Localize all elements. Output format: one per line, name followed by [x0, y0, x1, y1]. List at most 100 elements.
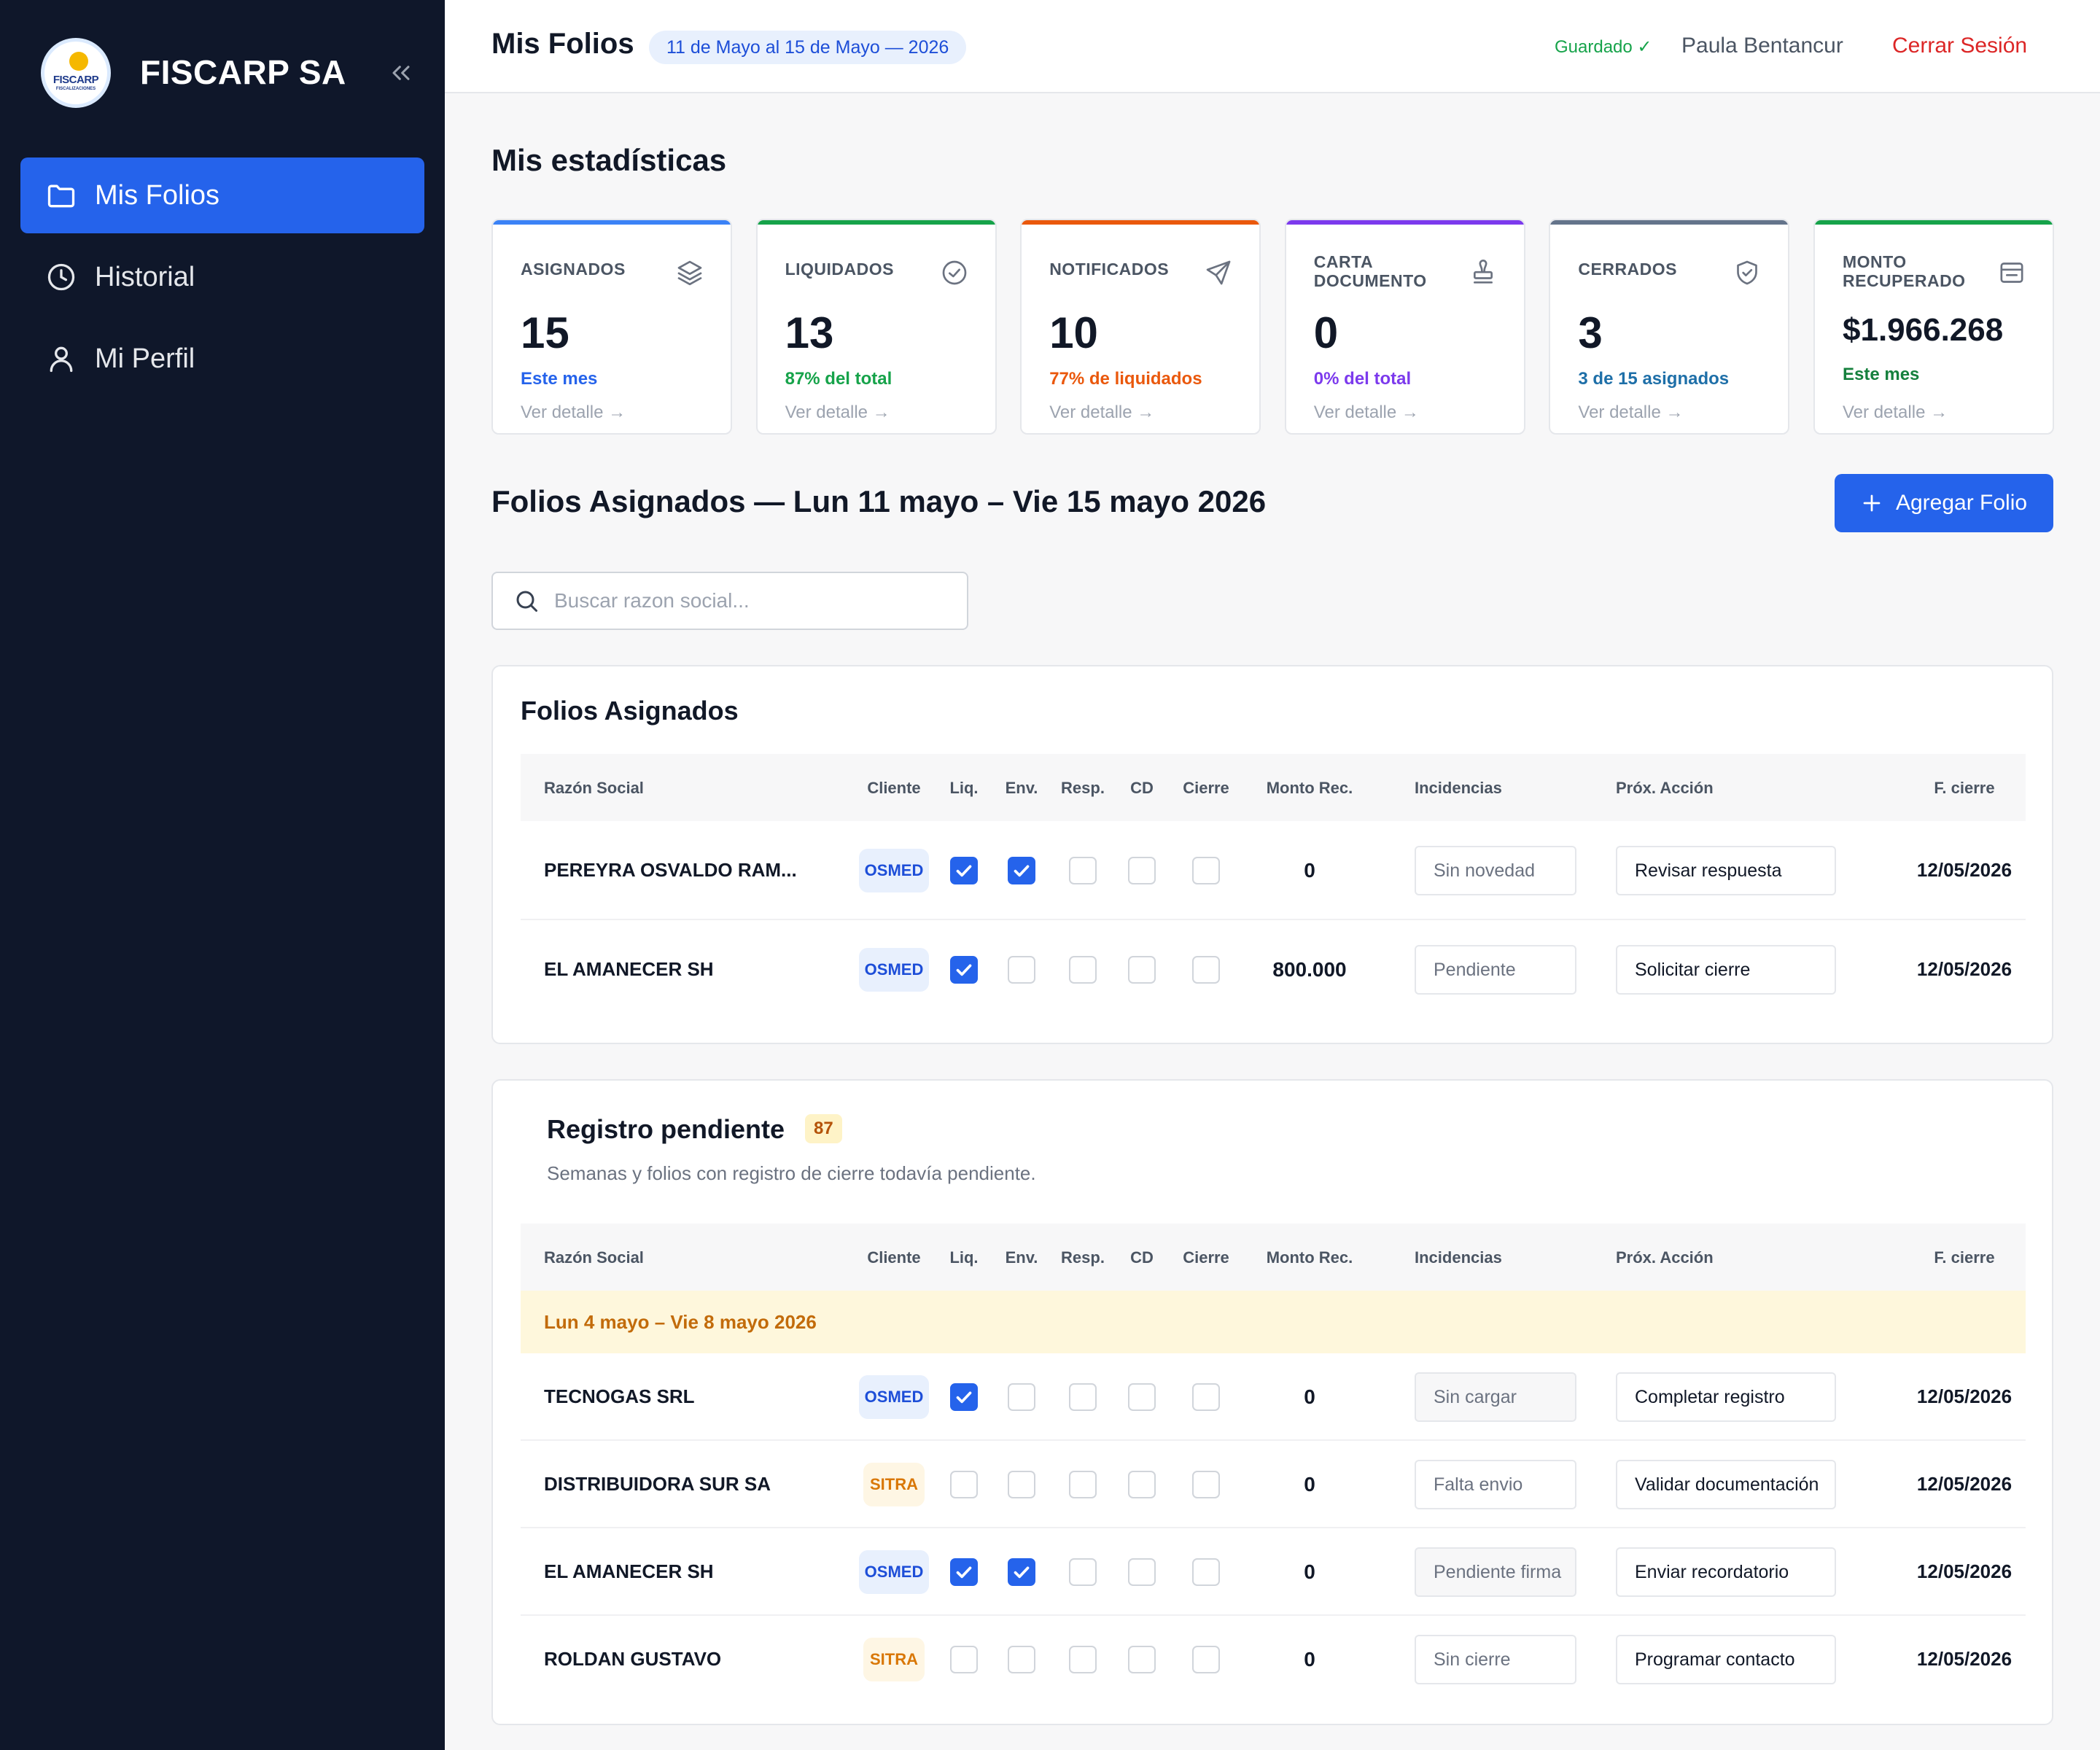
brand[interactable]: FISCARP FISCALIZACIONES FISCARP SA [41, 38, 420, 108]
stat-value: 15 [521, 308, 569, 357]
stat-detail-link[interactable]: Ver detalle → [1049, 402, 1154, 423]
resp-checkbox[interactable] [1069, 1383, 1097, 1411]
cierre-checkbox[interactable] [1192, 857, 1220, 884]
resp-checkbox[interactable] [1069, 1646, 1097, 1673]
pending-table-header: Razón Social Cliente Liq. Env. Resp. CD Cierre… [521, 1224, 2026, 1291]
cd-checkbox[interactable] [1128, 1558, 1156, 1586]
cierre-checkbox[interactable] [1192, 1383, 1220, 1411]
logo-text: FISCARP [52, 74, 99, 86]
liq-checkbox[interactable] [950, 1383, 978, 1411]
checkmark-icon [1014, 1566, 1030, 1579]
cd-checkbox[interactable] [1128, 956, 1156, 984]
resp-checkbox[interactable] [1069, 1471, 1097, 1498]
cd-checkbox[interactable] [1128, 1471, 1156, 1498]
stat-card-monto-recuperado[interactable]: MONTO RECUPERADO $1.966.268 Este mes Ver de… [1813, 219, 2054, 435]
env-checkbox[interactable] [1008, 857, 1035, 884]
liq-checkbox[interactable] [950, 857, 978, 884]
client-badge: SITRA [863, 1463, 925, 1506]
table-row[interactable]: EL AMANECER SH OSMED 800.000 Pendiente Solic… [521, 920, 2026, 1019]
stat-card-cerrados[interactable]: CERRADOS 3 3 de 15 asignados Ver detalle → [1549, 219, 1790, 435]
cd-checkbox[interactable] [1128, 1383, 1156, 1411]
resp-checkbox[interactable] [1069, 857, 1097, 884]
stat-detail-link[interactable]: Ver detalle → [1843, 402, 1948, 423]
chevrons-left-icon[interactable] [386, 58, 416, 88]
week-label: Lun 4 mayo – Vie 8 mayo 2026 [544, 1311, 817, 1333]
cd-checkbox[interactable] [1128, 1646, 1156, 1673]
cierre-checkbox[interactable] [1192, 1471, 1220, 1498]
sidebar-item-mi-perfil[interactable]: Mi Perfil [20, 321, 424, 397]
table-row[interactable]: ROLDAN GUSTAVO SITRA 0 Sin cierre Programar … [521, 1616, 2026, 1703]
checkmark-icon [1014, 865, 1030, 877]
razon-social: EL AMANECER SH [544, 1560, 714, 1582]
logout-button[interactable]: Cerrar Sesión [1892, 34, 2027, 58]
stat-subtext: 77% de liquidados [1049, 369, 1202, 389]
column-header: Próx. Acción [1616, 779, 1714, 797]
incidencias-field[interactable]: Pendiente firma [1415, 1547, 1576, 1597]
table-row[interactable]: DISTRIBUIDORA SUR SA SITRA 0 Falta envio Val… [521, 1441, 2026, 1528]
razon-social: TECNOGAS SRL [544, 1385, 695, 1407]
incidencias-field[interactable]: Sin novedad [1415, 846, 1576, 895]
assigned-table-header: Razón Social Cliente Liq. Env. Resp. CD Cierre… [521, 754, 2026, 821]
pending-count-badge: 87 [805, 1114, 842, 1143]
liq-checkbox[interactable] [950, 1558, 978, 1586]
stat-detail-link[interactable]: Ver detalle → [1578, 402, 1683, 423]
table-row[interactable]: TECNOGAS SRL OSMED 0 Sin cargar Completar re… [521, 1353, 2026, 1441]
cd-checkbox[interactable] [1128, 857, 1156, 884]
resp-checkbox[interactable] [1069, 1558, 1097, 1586]
stat-detail-link[interactable]: Ver detalle → [785, 402, 890, 423]
stat-detail-link[interactable]: Ver detalle → [1314, 402, 1419, 423]
proxima-accion-field[interactable]: Solicitar cierre [1616, 945, 1836, 995]
sidebar-item-mis-folios[interactable]: Mis Folios [20, 158, 424, 233]
stat-value: 3 [1578, 308, 1603, 357]
monto-recuperado: 0 [1304, 1385, 1315, 1408]
column-header: Razón Social [544, 1248, 644, 1267]
stat-detail-link[interactable]: Ver detalle → [521, 402, 626, 423]
env-checkbox[interactable] [1008, 1646, 1035, 1673]
liq-checkbox[interactable] [950, 956, 978, 984]
add-folio-button[interactable]: Agregar Folio [1835, 474, 2053, 532]
table-row[interactable]: EL AMANECER SH OSMED 0 Pendiente firma Envia… [521, 1528, 2026, 1616]
resp-checkbox[interactable] [1069, 956, 1097, 984]
search-icon [516, 591, 537, 612]
table-row[interactable]: PEREYRA OSVALDO RAM... OSMED 0 Sin novedad R… [521, 821, 2026, 920]
shield-check-icon [1737, 260, 1758, 285]
stat-card-liquidados[interactable]: LIQUIDADOS 13 87% del total Ver detalle → [755, 219, 997, 435]
stat-subtext: 3 de 15 asignados [1578, 369, 1730, 389]
stat-value: $1.966.268 [1843, 312, 2004, 348]
monto-recuperado: 0 [1304, 859, 1315, 882]
proxima-accion-field[interactable]: Enviar recordatorio [1616, 1547, 1836, 1597]
column-header: Monto Rec. [1266, 1248, 1353, 1267]
sidebar-item-historial[interactable]: Historial [20, 239, 424, 315]
proxima-accion-field[interactable]: Completar registro [1616, 1372, 1836, 1422]
cierre-checkbox[interactable] [1192, 1558, 1220, 1586]
top-header: Mis Folios 11 de Mayo al 15 de Mayo — 20… [445, 0, 2100, 93]
incidencias-field[interactable]: Sin cierre [1415, 1635, 1576, 1684]
incidencias-field[interactable]: Sin cargar [1415, 1372, 1576, 1422]
env-checkbox[interactable] [1008, 956, 1035, 984]
cierre-checkbox[interactable] [1192, 956, 1220, 984]
checkmark-icon [956, 1566, 972, 1579]
razon-social: EL AMANECER SH [544, 958, 714, 980]
search-input[interactable] [554, 589, 962, 612]
stat-value: 10 [1049, 308, 1098, 357]
razon-social: ROLDAN GUSTAVO [544, 1648, 722, 1670]
search-box[interactable] [491, 572, 968, 630]
env-checkbox[interactable] [1008, 1383, 1035, 1411]
cierre-checkbox[interactable] [1192, 1646, 1220, 1673]
stat-card-asignados[interactable]: ASIGNADOS 15 Este mes Ver detalle → [491, 219, 732, 435]
liq-checkbox[interactable] [950, 1646, 978, 1673]
proxima-accion-field[interactable]: Programar contacto [1616, 1635, 1836, 1684]
checkmark-icon [956, 865, 972, 877]
env-checkbox[interactable] [1008, 1558, 1035, 1586]
env-checkbox[interactable] [1008, 1471, 1035, 1498]
proxima-accion-field[interactable]: Revisar respuesta [1616, 846, 1836, 895]
liq-checkbox[interactable] [950, 1471, 978, 1498]
pending-description: Semanas y folios con registro de cierre … [547, 1162, 1036, 1184]
fecha-cierre: 12/05/2026 [1916, 1385, 2012, 1407]
stat-card-carta-documento[interactable]: CARTA DOCUMENTO 0 0% del total Ver detalle … [1284, 219, 1525, 435]
checkmark-icon [956, 964, 972, 976]
incidencias-field[interactable]: Falta envio [1415, 1460, 1576, 1509]
proxima-accion-field[interactable]: Validar documentación [1616, 1460, 1836, 1509]
stat-card-notificados[interactable]: NOTIFICADOS 10 77% de liquidados Ver detall… [1020, 219, 1261, 435]
incidencias-field[interactable]: Pendiente [1415, 945, 1576, 995]
